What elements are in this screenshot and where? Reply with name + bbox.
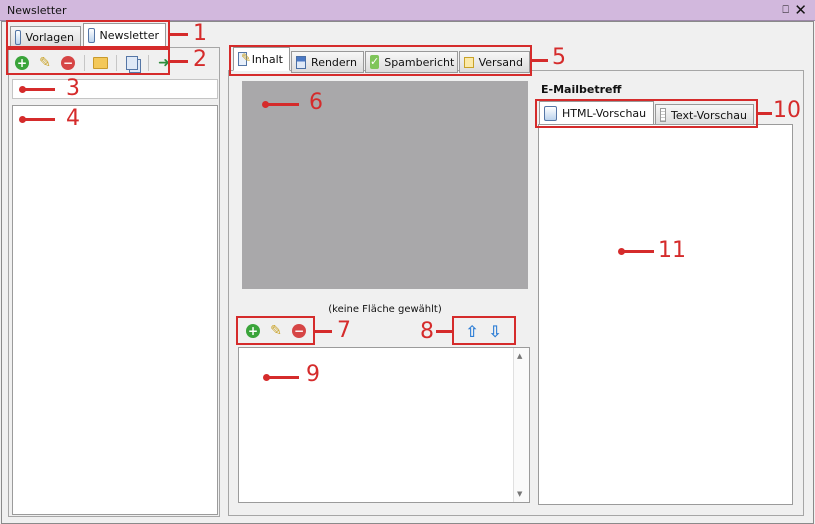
- callout-6: 6: [309, 90, 323, 115]
- delete-area-button[interactable]: −: [290, 322, 308, 340]
- callout-line: [22, 88, 55, 91]
- scroll-up-icon[interactable]: ▲: [517, 352, 522, 360]
- edit-icon: ✎: [270, 322, 282, 339]
- callout-line: [621, 250, 654, 253]
- toolbar-separator: [148, 55, 149, 71]
- toolbar-separator: [84, 55, 85, 71]
- area-label: (keine Fläche gewählt): [328, 304, 442, 315]
- callout-line: [758, 112, 772, 115]
- callout-line: [436, 330, 452, 333]
- delete-button[interactable]: −: [59, 54, 77, 72]
- open-folder-icon: [92, 57, 108, 69]
- window-title-bar: Newsletter ⎕ ✕: [0, 0, 815, 21]
- callout-line: [22, 118, 55, 121]
- delete-icon: −: [61, 55, 75, 70]
- callout-7: 7: [337, 318, 351, 343]
- callout-line: [315, 330, 332, 333]
- move-down-button[interactable]: ⇩: [486, 322, 504, 340]
- copy-icon: [126, 56, 138, 70]
- add-area-button[interactable]: +: [244, 322, 262, 340]
- callout-8: 8: [420, 319, 434, 344]
- callout-line: [170, 33, 188, 36]
- tab-versand[interactable]: Versand: [459, 51, 530, 73]
- callout-line: [170, 60, 188, 63]
- edit-button[interactable]: ✎: [36, 54, 54, 72]
- callout-4: 4: [66, 106, 80, 131]
- tab-label: Rendern: [311, 55, 357, 69]
- callout-5: 5: [552, 45, 566, 70]
- scrollbar[interactable]: ▲ ▼: [513, 348, 529, 502]
- add-icon: +: [15, 55, 29, 70]
- callout-line: [266, 376, 299, 379]
- edit-area-button[interactable]: ✎: [267, 322, 285, 340]
- html-preview-icon: [544, 105, 557, 121]
- callout-9: 9: [306, 362, 320, 387]
- add-button[interactable]: +: [13, 54, 31, 72]
- template-icon: [15, 29, 21, 45]
- send-button[interactable]: ➜: [155, 54, 173, 72]
- callout-2: 2: [193, 47, 207, 72]
- callout-11: 11: [658, 238, 686, 263]
- render-icon: [296, 55, 307, 69]
- tab-inhalt[interactable]: ✎ Inhalt: [233, 47, 290, 71]
- window-title: Newsletter: [7, 4, 67, 17]
- area-toolbar: + ✎ −: [244, 322, 313, 340]
- tab-spambericht[interactable]: ✓ Spambericht: [365, 51, 458, 73]
- tab-html-preview[interactable]: HTML-Vorschau: [539, 101, 654, 125]
- content-icon: ✎: [238, 51, 251, 66]
- tab-label: Vorlagen: [25, 30, 74, 44]
- copy-button[interactable]: [123, 54, 141, 72]
- tab-label: Versand: [478, 55, 523, 69]
- open-folder-button[interactable]: [91, 54, 109, 72]
- callout-10: 10: [773, 98, 801, 123]
- area-list[interactable]: ▲ ▼: [238, 347, 530, 503]
- tab-label: Spambericht: [384, 55, 455, 69]
- add-icon: +: [246, 323, 260, 338]
- newsletter-list[interactable]: [12, 105, 218, 515]
- envelope-icon: [464, 56, 474, 68]
- arrow-up-icon: ⇧: [465, 321, 479, 341]
- callout-3: 3: [66, 76, 80, 101]
- text-preview-icon: [660, 108, 667, 122]
- preview-pane[interactable]: [538, 124, 793, 505]
- callout-1: 1: [193, 21, 207, 46]
- arrow-down-icon: ⇩: [488, 321, 502, 341]
- move-up-button[interactable]: ⇧: [463, 322, 481, 340]
- email-subject-label: E-Mailbetreff: [541, 83, 622, 96]
- tab-label: Text-Vorschau: [671, 108, 747, 122]
- tab-rendern[interactable]: Rendern: [291, 51, 364, 73]
- tab-vorlagen[interactable]: Vorlagen: [10, 26, 81, 48]
- tab-newsletter[interactable]: Newsletter: [83, 23, 166, 47]
- tab-text-preview[interactable]: Text-Vorschau: [655, 104, 754, 126]
- area-preview[interactable]: [242, 81, 528, 289]
- callout-line: [532, 59, 548, 62]
- callout-line: [266, 103, 299, 106]
- tab-label: Inhalt: [251, 52, 283, 66]
- edit-icon: ✎: [39, 54, 51, 71]
- scroll-down-icon[interactable]: ▼: [517, 490, 522, 498]
- toolbar-separator: [116, 55, 117, 71]
- newsletter-icon: [88, 27, 95, 43]
- send-icon: ➜: [158, 54, 170, 71]
- delete-icon: −: [292, 323, 306, 338]
- close-icon[interactable]: ✕: [794, 1, 807, 19]
- pin-icon[interactable]: ⎕: [782, 3, 789, 17]
- order-toolbar: ⇧ ⇩: [463, 322, 509, 340]
- left-toolbar: + ✎ − ➜: [13, 54, 178, 72]
- spam-report-icon: ✓: [370, 55, 380, 69]
- tab-label: Newsletter: [99, 28, 159, 42]
- tab-label: HTML-Vorschau: [562, 106, 647, 120]
